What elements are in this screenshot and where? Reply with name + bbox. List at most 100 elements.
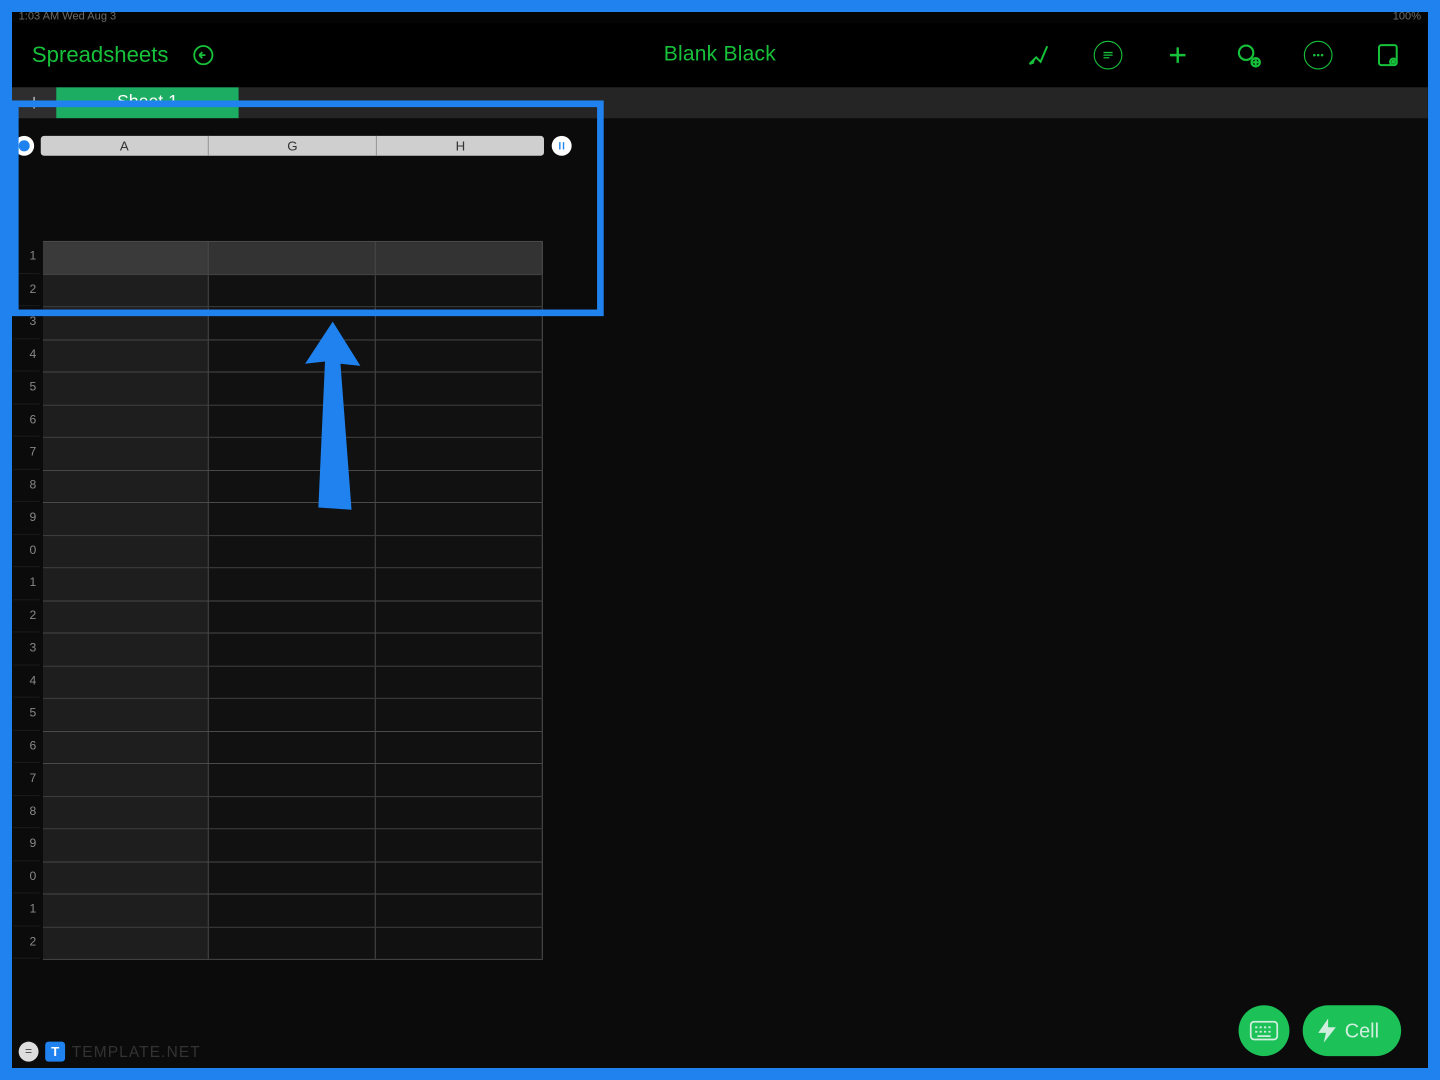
cell[interactable] <box>43 242 209 274</box>
cell[interactable] <box>376 699 543 731</box>
row-header[interactable]: 5 <box>13 371 40 404</box>
tab-sheet-1[interactable]: Sheet 1 <box>56 87 238 118</box>
cell[interactable] <box>376 536 543 568</box>
row-header[interactable]: 6 <box>13 404 40 437</box>
cell[interactable] <box>209 666 376 698</box>
select-all-handle[interactable] <box>14 136 34 156</box>
brush-icon[interactable] <box>1023 40 1054 71</box>
table-row[interactable] <box>43 242 543 275</box>
cell[interactable] <box>376 470 543 502</box>
cell[interactable] <box>376 731 543 763</box>
row-header[interactable]: 2 <box>13 274 40 307</box>
row-header[interactable]: 8 <box>13 469 40 502</box>
keyboard-button[interactable] <box>1239 1005 1290 1056</box>
cell[interactable] <box>209 242 376 274</box>
cell[interactable] <box>209 601 376 633</box>
share-icon[interactable] <box>1233 40 1264 71</box>
column-header-g[interactable]: G <box>209 136 377 156</box>
table-row[interactable] <box>43 373 543 406</box>
table-row[interactable] <box>43 601 543 634</box>
row-header[interactable]: 0 <box>13 535 40 568</box>
cell[interactable] <box>376 242 543 274</box>
cell[interactable] <box>209 829 376 861</box>
cell[interactable] <box>43 862 209 894</box>
cell[interactable] <box>209 405 376 437</box>
table-row[interactable] <box>43 536 543 569</box>
row-header[interactable]: 9 <box>13 502 40 535</box>
table-row[interactable] <box>43 731 543 764</box>
row-header[interactable]: 2 <box>13 600 40 633</box>
row-header[interactable]: 3 <box>13 306 40 339</box>
cell[interactable] <box>43 568 209 600</box>
cell[interactable] <box>209 927 376 959</box>
cell[interactable] <box>43 601 209 633</box>
row-header[interactable]: 3 <box>13 632 40 665</box>
undo-icon[interactable] <box>188 40 219 71</box>
cell[interactable] <box>43 470 209 502</box>
table-row[interactable] <box>43 699 543 732</box>
row-header[interactable]: 5 <box>13 698 40 731</box>
cell[interactable] <box>43 634 209 666</box>
plus-icon[interactable] <box>1162 40 1193 71</box>
row-header[interactable]: 6 <box>13 730 40 763</box>
cell[interactable] <box>376 405 543 437</box>
cell[interactable] <box>209 503 376 535</box>
cell[interactable] <box>209 340 376 372</box>
table-row[interactable] <box>43 470 543 503</box>
cell[interactable] <box>376 862 543 894</box>
cell[interactable] <box>376 438 543 470</box>
cell[interactable] <box>209 731 376 763</box>
cell[interactable] <box>209 895 376 927</box>
cell[interactable] <box>43 764 209 796</box>
cell[interactable] <box>209 470 376 502</box>
table-row[interactable] <box>43 797 543 830</box>
column-headers[interactable]: A G H <box>41 136 544 156</box>
cell[interactable] <box>209 797 376 829</box>
cell[interactable] <box>376 927 543 959</box>
row-header[interactable]: 1 <box>13 567 40 600</box>
cell[interactable] <box>43 373 209 405</box>
cell[interactable] <box>43 275 209 307</box>
cell[interactable] <box>209 568 376 600</box>
cell[interactable] <box>376 340 543 372</box>
row-header[interactable]: 1 <box>13 241 40 274</box>
cell[interactable] <box>43 797 209 829</box>
cell[interactable] <box>43 829 209 861</box>
cell[interactable] <box>376 601 543 633</box>
table-row[interactable] <box>43 438 543 471</box>
row-header[interactable]: 1 <box>13 893 40 926</box>
column-add-handle[interactable] <box>552 136 572 156</box>
table-row[interactable] <box>43 895 543 928</box>
table-row[interactable] <box>43 862 543 895</box>
cell[interactable] <box>43 503 209 535</box>
cell[interactable] <box>209 438 376 470</box>
cell[interactable] <box>376 666 543 698</box>
table-row[interactable] <box>43 927 543 960</box>
cell[interactable] <box>376 634 543 666</box>
table-row[interactable] <box>43 275 543 308</box>
cell[interactable] <box>376 797 543 829</box>
cells[interactable] <box>43 241 543 1052</box>
cell[interactable] <box>209 307 376 339</box>
cell[interactable] <box>43 536 209 568</box>
back-button[interactable]: Spreadsheets <box>32 42 169 67</box>
spreadsheet-grid[interactable]: 1234567890123456789012 <box>12 202 554 1051</box>
table-row[interactable] <box>43 503 543 536</box>
row-header[interactable]: 2 <box>13 926 40 959</box>
format-icon[interactable] <box>1094 41 1123 70</box>
formula-icon[interactable]: = <box>19 1042 39 1062</box>
save-icon[interactable] <box>1372 40 1403 71</box>
row-headers[interactable]: 1234567890123456789012 <box>13 241 40 1052</box>
cell[interactable] <box>43 927 209 959</box>
row-header[interactable]: 9 <box>13 828 40 861</box>
cell[interactable] <box>209 634 376 666</box>
cell[interactable] <box>43 405 209 437</box>
row-header[interactable]: 7 <box>13 763 40 796</box>
cell[interactable] <box>43 699 209 731</box>
cell[interactable] <box>43 340 209 372</box>
cell[interactable] <box>43 731 209 763</box>
cell-button[interactable]: Cell <box>1303 1005 1401 1056</box>
column-header-h[interactable]: H <box>377 136 544 156</box>
table-row[interactable] <box>43 634 543 667</box>
cell[interactable] <box>209 764 376 796</box>
